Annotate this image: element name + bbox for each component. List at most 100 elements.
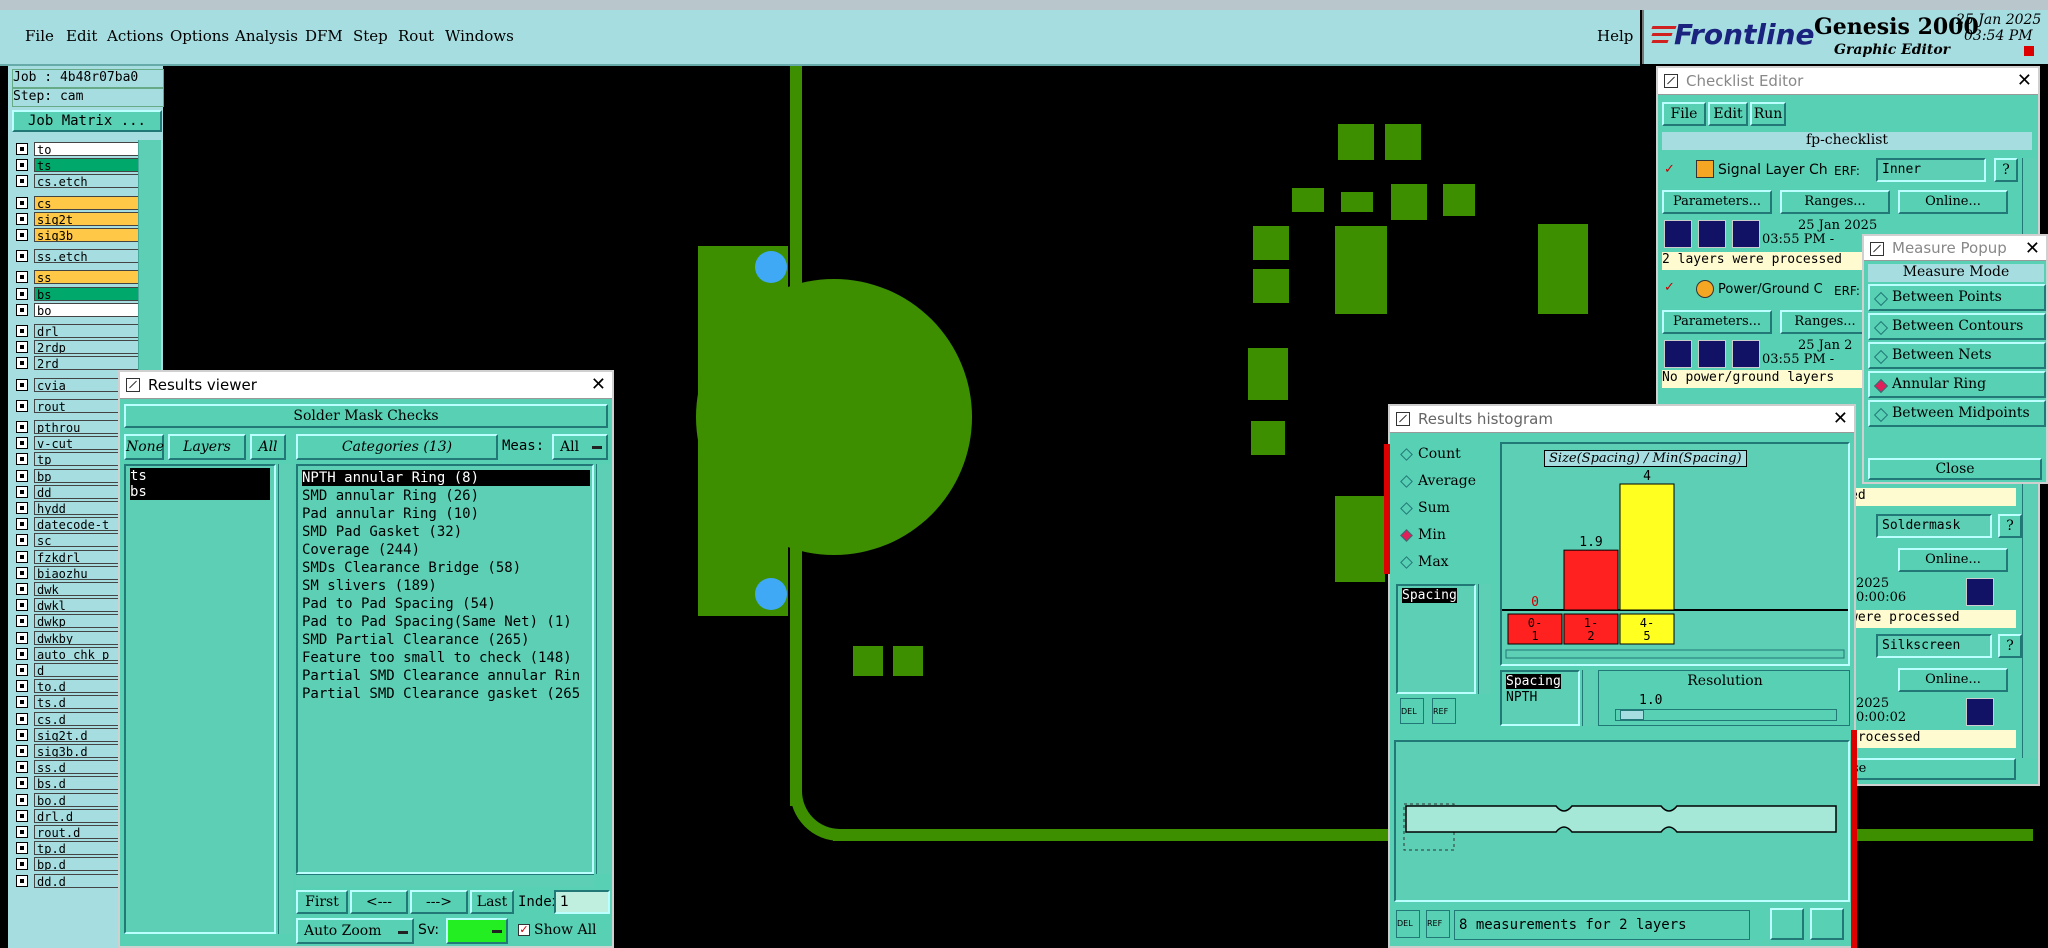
menu-windows[interactable]: Windows xyxy=(445,27,514,45)
layer-row[interactable]: ss.etch xyxy=(16,249,140,264)
help-button[interactable]: ? xyxy=(1994,158,2018,182)
layer-name[interactable]: ss xyxy=(34,270,140,285)
layer-checkbox[interactable] xyxy=(16,826,28,838)
statistic-option[interactable]: Average xyxy=(1394,469,1486,493)
auto-zoom-dropdown[interactable]: Auto Zoom xyxy=(296,918,414,944)
layer-checkbox[interactable] xyxy=(16,809,28,822)
categories-list[interactable]: NPTH annular Ring (8) SMD annular Ring (2… xyxy=(296,464,594,874)
layer-checkbox[interactable] xyxy=(16,159,28,172)
magnify-icon[interactable] xyxy=(1966,698,1994,726)
online-button[interactable]: Online... xyxy=(1898,668,2008,692)
run-icon[interactable] xyxy=(1664,340,1692,368)
chart-zoom-icon[interactable] xyxy=(1810,908,1844,940)
layer-checkbox[interactable] xyxy=(16,647,28,660)
erf-input-inner[interactable]: Inner xyxy=(1876,158,1986,182)
run-icon[interactable] xyxy=(1732,340,1760,368)
histogram-measure-item[interactable]: Spacing xyxy=(1402,588,1457,603)
statistic-option[interactable]: Sum xyxy=(1394,496,1486,520)
menu-options[interactable]: Options xyxy=(170,27,229,45)
checklist-menu-edit[interactable]: Edit xyxy=(1708,102,1748,126)
layer-checkbox[interactable] xyxy=(16,196,28,209)
measure-popup-titlebar[interactable]: Measure Popup ✕ xyxy=(1864,236,2046,261)
measure-mode-option[interactable]: Between Contours xyxy=(1868,313,2046,340)
layer-checkbox[interactable] xyxy=(16,858,28,871)
close-icon[interactable]: ✕ xyxy=(2017,68,2032,94)
close-icon[interactable]: ✕ xyxy=(1833,406,1848,432)
layer-checkbox[interactable] xyxy=(16,399,28,412)
layer-row[interactable]: ts xyxy=(16,158,140,173)
histogram-chart[interactable]: Size(Spacing) / Min(Spacing) 0 0- 1 1.9 1- 2 4… xyxy=(1500,442,1850,666)
layer-checkbox[interactable] xyxy=(16,728,28,741)
layer-checkbox[interactable] xyxy=(16,229,28,241)
erf-input-soldermask[interactable]: Soldermask xyxy=(1876,514,1992,538)
layer-checkbox[interactable] xyxy=(16,599,28,612)
layer-checkbox[interactable] xyxy=(16,378,28,391)
checklist-menu-file[interactable]: File xyxy=(1662,102,1706,126)
layer-checkbox[interactable] xyxy=(16,631,28,644)
layer-checkbox[interactable] xyxy=(16,421,28,433)
layer-row[interactable]: bs xyxy=(16,286,140,301)
check-item-checkbox[interactable]: ✓ xyxy=(1664,280,1675,295)
layer-checkbox[interactable] xyxy=(16,550,28,563)
ranges-button[interactable]: Ranges... xyxy=(1780,190,1890,214)
layer-name[interactable]: sig2t xyxy=(34,211,140,226)
measure-mode-option[interactable]: Between Points xyxy=(1868,284,2046,311)
layer-row[interactable]: bo xyxy=(16,302,140,317)
run-icon[interactable] xyxy=(1698,340,1726,368)
check-item-checkbox[interactable]: ✓ xyxy=(1664,162,1675,177)
none-button[interactable]: None xyxy=(124,434,164,460)
results-histogram-titlebar[interactable]: Results histogram ✕ xyxy=(1390,406,1854,433)
layer-checkbox[interactable] xyxy=(16,842,28,855)
layer-checkbox[interactable] xyxy=(16,469,28,482)
last-button[interactable]: Last xyxy=(470,890,514,914)
layer-name[interactable]: 2rdp xyxy=(34,340,140,355)
categories-button[interactable]: Categories (13) xyxy=(296,434,498,460)
index-input[interactable]: 1 xyxy=(554,890,610,914)
layer-checkbox[interactable] xyxy=(16,437,28,450)
layer-checkbox[interactable] xyxy=(16,325,28,337)
layer-row[interactable]: sig2t xyxy=(16,211,140,226)
layer-checkbox[interactable] xyxy=(16,874,28,887)
layer-checkbox[interactable] xyxy=(16,777,28,790)
layer-checkbox[interactable] xyxy=(16,566,28,579)
layer-row[interactable]: ss xyxy=(16,270,140,285)
sv-color-dropdown[interactable] xyxy=(446,918,508,944)
layer-row[interactable]: cs xyxy=(16,195,140,210)
menu-dfm[interactable]: DFM xyxy=(305,27,343,45)
layer-row[interactable]: sig3b xyxy=(16,228,140,242)
layer-checkbox[interactable] xyxy=(16,583,28,595)
layer-checkbox[interactable] xyxy=(16,615,28,628)
del-icon[interactable]: DEL xyxy=(1396,910,1420,938)
category-item[interactable]: Partial SMD Clearance gasket (265 xyxy=(302,686,580,702)
chart-view-icon[interactable] xyxy=(1770,908,1804,940)
layer-list-scrollbar[interactable] xyxy=(278,464,293,934)
categories-hscrollbar[interactable] xyxy=(296,874,594,887)
magnify-icon[interactable] xyxy=(1966,578,1994,606)
layer-name[interactable]: ss.etch xyxy=(34,249,140,264)
results-viewer-titlebar[interactable]: Results viewer ✕ xyxy=(120,372,612,399)
histogram-bar[interactable] xyxy=(1563,549,1619,611)
parameters-button[interactable]: Parameters... xyxy=(1662,190,1772,214)
layer-checkbox[interactable] xyxy=(16,534,28,547)
run-icon[interactable] xyxy=(1698,220,1726,248)
layer-row[interactable]: 2rd xyxy=(16,356,140,371)
spacing-list[interactable]: Spacing NPTH xyxy=(1500,670,1580,726)
layers-button[interactable]: Layers xyxy=(168,434,246,460)
close-icon[interactable]: ✕ xyxy=(591,372,606,398)
del-icon[interactable]: DEL xyxy=(1400,698,1424,724)
layer-checkbox[interactable] xyxy=(16,143,28,155)
layer-checkbox[interactable] xyxy=(16,341,28,354)
layer-checkbox[interactable] xyxy=(16,696,28,709)
resolution-slider[interactable] xyxy=(1615,709,1837,721)
layer-name[interactable]: ts xyxy=(34,158,140,173)
category-item[interactable]: Pad to Pad Spacing(Same Net) (1) xyxy=(302,614,572,630)
category-item[interactable]: SM slivers (189) xyxy=(302,578,437,594)
statistic-option[interactable]: Max xyxy=(1394,550,1486,574)
menu-step[interactable]: Step xyxy=(353,27,388,45)
menu-actions[interactable]: Actions xyxy=(107,27,163,45)
layer-row[interactable]: 2rdp xyxy=(16,340,140,355)
ref-icon[interactable]: REF xyxy=(1426,910,1450,938)
meas-dropdown[interactable]: All xyxy=(552,434,608,460)
close-button[interactable]: se xyxy=(1850,758,2016,780)
categories-scrollbar[interactable] xyxy=(596,464,611,874)
